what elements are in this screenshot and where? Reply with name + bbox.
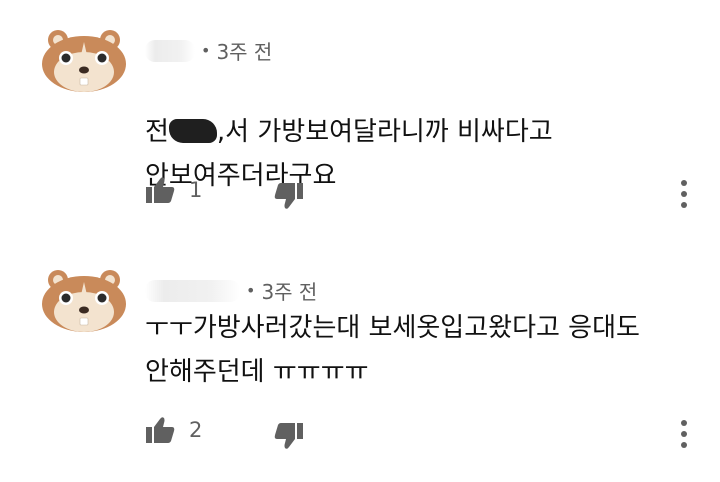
comment-item: • 3주 전 전 ,서 가방보여달라니까 비싸다고 안보여주더라구요 1	[0, 0, 720, 240]
like-count: 1	[189, 178, 203, 202]
dislike-button[interactable]	[274, 182, 304, 210]
more-options-button[interactable]	[676, 180, 692, 210]
thumbs-up-icon	[146, 177, 175, 203]
author-name[interactable]	[145, 39, 195, 62]
like-button[interactable]: 1	[145, 176, 202, 204]
comment-meta: • 3주 전	[145, 36, 272, 65]
comment-text: ㅜㅜ가방사러갔는대 보세옷입고왔다고 응대도 안해주던데 ㅠㅠㅠㅠ	[145, 313, 640, 387]
comment-meta: • 3주 전	[145, 276, 317, 305]
hamster-avatar-icon	[42, 30, 126, 92]
like-button[interactable]: 2	[145, 416, 202, 444]
more-vertical-icon	[681, 180, 687, 186]
thumbs-down-icon	[274, 423, 303, 449]
author-name[interactable]	[145, 279, 240, 302]
like-count: 2	[189, 418, 203, 442]
dislike-button[interactable]	[274, 422, 304, 450]
redacted-block	[168, 119, 217, 143]
more-options-button[interactable]	[676, 420, 692, 450]
comment-time[interactable]: 3주 전	[261, 276, 317, 305]
thumbs-down-icon	[274, 183, 303, 209]
avatar[interactable]	[40, 28, 128, 94]
thumbs-up-icon	[146, 417, 175, 443]
comment-time[interactable]: 3주 전	[216, 36, 272, 65]
avatar[interactable]	[40, 268, 128, 334]
more-vertical-icon	[681, 420, 687, 426]
comment-text: 전 ,서 가방보여달라니까 비싸다고 안보여주더라구요	[145, 117, 553, 191]
hamster-avatar-icon	[42, 270, 126, 332]
comment-item: • 3주 전 ㅜㅜ가방사러갔는대 보세옷입고왔다고 응대도 안해주던데 ㅠㅠㅠㅠ…	[0, 240, 720, 482]
